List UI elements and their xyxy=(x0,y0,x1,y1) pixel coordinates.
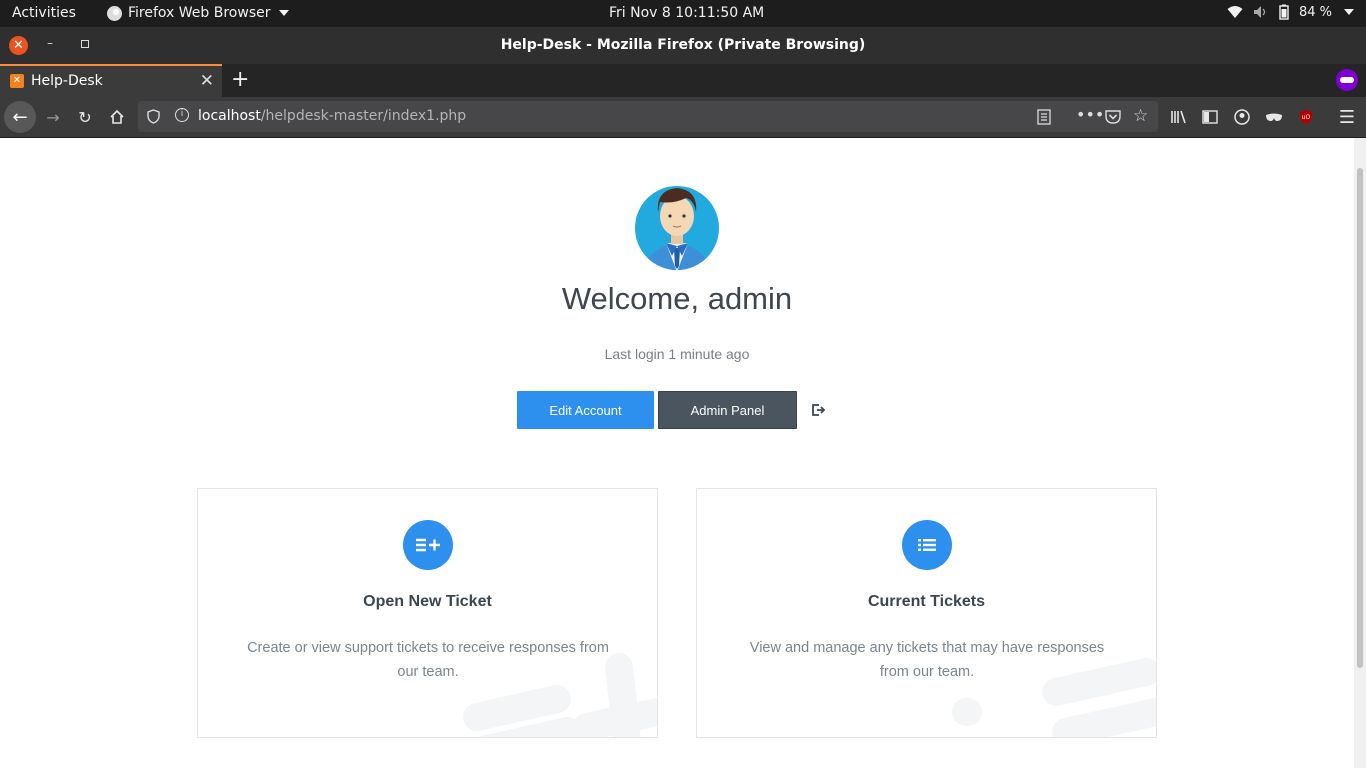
system-tray[interactable]: 84 % xyxy=(1227,4,1354,20)
battery-icon xyxy=(1279,4,1289,20)
admin-panel-button[interactable]: Admin Panel xyxy=(658,391,797,429)
activities-button[interactable]: Activities xyxy=(12,5,76,21)
url-text[interactable]: localhost/helpdesk-master/index1.php xyxy=(198,108,466,124)
card-title: Open New Ticket xyxy=(363,593,492,610)
page-scrollbar[interactable] xyxy=(1354,138,1366,768)
current-tickets-card[interactable]: Current Tickets View and manage any tick… xyxy=(696,488,1157,738)
caret-down-icon xyxy=(278,10,289,16)
edit-account-button[interactable]: Edit Account xyxy=(517,391,654,429)
forward-arrow-icon[interactable]: → xyxy=(42,106,64,128)
firefox-icon xyxy=(107,5,122,21)
private-mask-icon[interactable] xyxy=(1263,106,1285,128)
account-icon[interactable] xyxy=(1231,106,1253,128)
url-host: localhost xyxy=(198,108,261,124)
hamburger-menu-icon[interactable]: ☰ xyxy=(1336,106,1358,128)
app-menu-label: Firefox Web Browser xyxy=(128,5,271,21)
wifi-icon xyxy=(1227,5,1243,19)
last-login-text: Last login 1 minute ago xyxy=(604,346,750,362)
address-bar[interactable]: i localhost/helpdesk-master/index1.php •… xyxy=(138,101,1158,132)
logout-icon[interactable] xyxy=(810,402,826,418)
card-description: View and manage any tickets that may hav… xyxy=(749,640,1105,680)
page-content: Welcome, admin Last login 1 minute ago E… xyxy=(0,138,1354,768)
welcome-heading: Welcome, admin xyxy=(561,281,793,316)
reader-view-icon[interactable] xyxy=(1037,109,1051,129)
list-icon xyxy=(902,520,952,570)
card-title: Current Tickets xyxy=(867,593,986,610)
private-browsing-icon xyxy=(1336,69,1358,91)
svg-text:uO: uO xyxy=(1302,114,1311,121)
bookmark-star-icon[interactable]: ☆ xyxy=(1133,106,1148,126)
home-icon[interactable] xyxy=(106,106,128,128)
caret-down-icon xyxy=(1344,9,1354,15)
tab-label: Help-Desk xyxy=(31,73,103,89)
site-info-icon[interactable]: i xyxy=(175,108,189,122)
sidebar-icon[interactable] xyxy=(1199,106,1221,128)
tab-help-desk[interactable]: ✕ Help-Desk ✕ xyxy=(0,64,222,97)
system-top-bar: Activities Firefox Web Browser Fri Nov 8… xyxy=(0,0,1366,27)
battery-percent: 84 % xyxy=(1298,4,1332,20)
library-icon[interactable] xyxy=(1168,106,1190,128)
back-arrow-icon[interactable]: ← xyxy=(4,101,36,133)
reload-icon[interactable]: ↻ xyxy=(74,106,96,128)
volume-icon xyxy=(1253,5,1269,19)
card-description: Create or view support tickets to receiv… xyxy=(247,640,609,680)
window-title-bar: ✕ – Help-Desk - Mozilla Firefox (Private… xyxy=(0,27,1366,64)
tracking-shield-icon[interactable] xyxy=(147,109,160,128)
window-title: Help-Desk - Mozilla Firefox (Private Bro… xyxy=(500,37,866,53)
pocket-icon[interactable] xyxy=(1105,109,1121,128)
more-actions-icon[interactable]: ••• xyxy=(1076,105,1104,124)
clock[interactable]: Fri Nov 8 10:11:50 AM xyxy=(609,5,764,21)
url-path: /helpdesk-master/index1.php xyxy=(260,108,467,124)
list-add-icon xyxy=(403,520,453,570)
open-new-ticket-card[interactable]: Open New Ticket Create or view support t… xyxy=(197,488,658,738)
scrollbar-thumb[interactable] xyxy=(1357,168,1363,668)
navigation-toolbar: ← → ↻ i localhost/helpdesk-master/index1… xyxy=(0,97,1366,138)
tab-close-icon[interactable]: ✕ xyxy=(200,71,214,91)
xampp-favicon-icon: ✕ xyxy=(10,74,24,88)
tab-strip: ✕ Help-Desk ✕ + xyxy=(0,64,1366,97)
new-tab-plus-icon[interactable]: + xyxy=(231,67,249,92)
user-avatar xyxy=(634,180,720,270)
ublock-origin-icon[interactable]: uO xyxy=(1295,106,1317,128)
app-menu[interactable]: Firefox Web Browser xyxy=(107,5,289,21)
